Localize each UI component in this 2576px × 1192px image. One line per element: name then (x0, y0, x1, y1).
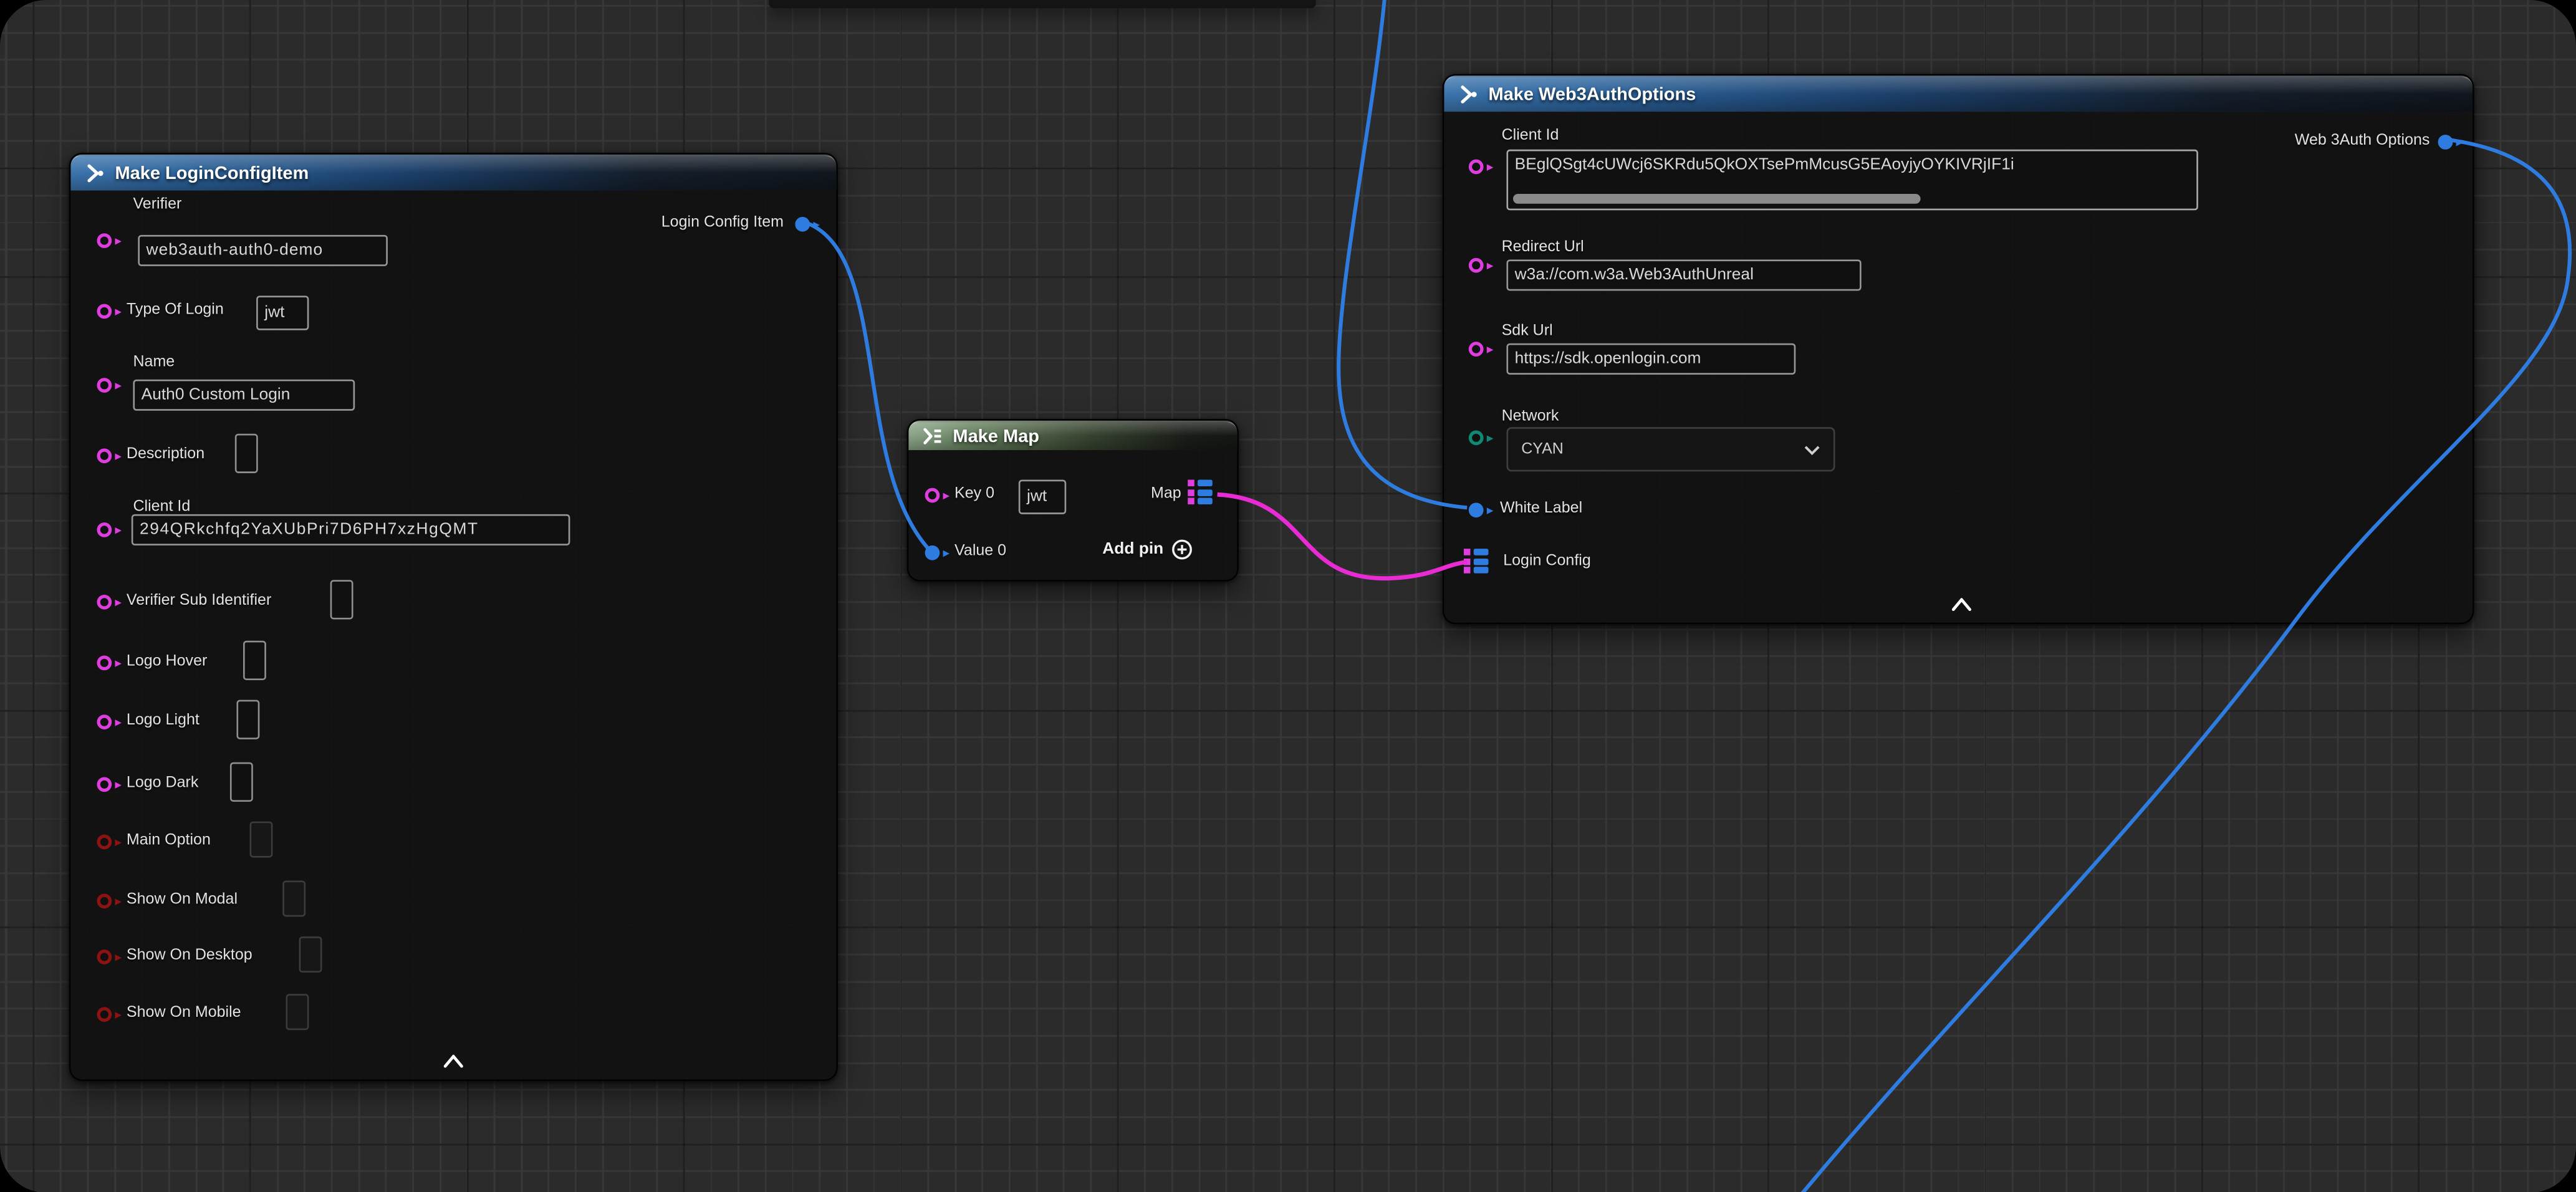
node-title: Make Web3AuthOptions (1488, 85, 1696, 105)
offscreen-node-edge (769, 0, 1316, 8)
name-label: Name (133, 353, 175, 372)
network-selected-value: CYAN (1521, 440, 1804, 458)
add-pin-label: Add pin (1102, 541, 1163, 559)
type-of-login-label: Type Of Login (127, 300, 224, 319)
show-on-modal-pin[interactable] (97, 894, 112, 909)
show-on-desktop-pin[interactable] (97, 949, 112, 964)
output-pin-label: Login Config Item (661, 214, 784, 232)
verifier-label: Verifier (133, 196, 181, 214)
verifier-sub-identifier-input[interactable] (330, 580, 353, 619)
collapse-node-arrow-icon[interactable] (442, 1055, 465, 1068)
value0-pin[interactable] (925, 546, 940, 560)
logo-dark-pin[interactable] (97, 777, 112, 792)
white-label-pin[interactable] (1469, 502, 1484, 517)
sdk-url-input[interactable]: https://sdk.openlogin.com (1506, 344, 1795, 375)
verifier-pin[interactable] (97, 233, 112, 248)
make-struct-icon (84, 163, 105, 184)
node-make-loginconfigitem[interactable]: Make LoginConfigItem Login Config Item V… (69, 153, 838, 1081)
logo-light-pin[interactable] (97, 714, 112, 729)
verifier-input[interactable]: web3auth-auth0-demo (138, 235, 388, 266)
value0-label: Value 0 (954, 542, 1006, 560)
logo-dark-input[interactable] (230, 762, 253, 802)
verifier-sub-identifier-label: Verifier Sub Identifier (127, 592, 271, 610)
node-header-make-web3authoptions[interactable]: Make Web3AuthOptions (1444, 75, 2473, 112)
key0-input[interactable]: jwt (1019, 479, 1066, 514)
logo-dark-label: Logo Dark (127, 774, 199, 792)
type-of-login-input[interactable]: jwt (256, 296, 309, 330)
chevron-down-icon (1804, 445, 1820, 454)
show-on-desktop-label: Show On Desktop (127, 946, 252, 964)
map-output-label: Map (1151, 484, 1181, 502)
node-make-map[interactable]: Make Map Key 0 jwt Map Value 0 Add pin (907, 419, 1239, 582)
logo-hover-label: Logo Hover (127, 652, 207, 670)
white-label-label: White Label (1500, 499, 1582, 517)
verifier-sub-identifier-pin[interactable] (97, 595, 112, 610)
redirect-url-label: Redirect Url (1502, 238, 1584, 256)
login-config-pin[interactable] (1464, 549, 1487, 574)
node-header-make-map[interactable]: Make Map (908, 421, 1237, 450)
main-option-label: Main Option (127, 831, 211, 849)
client-id-pin[interactable] (97, 522, 112, 537)
description-pin[interactable] (97, 448, 112, 463)
network-pin[interactable] (1469, 430, 1484, 445)
client-id-value: BEglQSgt4cUWcj6SKRdu5QkOXTsePmMcusG5EAoy… (1515, 156, 2014, 174)
add-pin-button[interactable]: Add pin (1102, 539, 1193, 560)
logo-hover-input[interactable] (243, 641, 266, 680)
output-pin-label: Web 3Auth Options (2295, 132, 2430, 150)
login-config-label: Login Config (1503, 552, 1591, 570)
logo-light-input[interactable] (236, 700, 259, 739)
description-label: Description (127, 445, 204, 463)
name-pin[interactable] (97, 378, 112, 393)
show-on-desktop-checkbox[interactable] (299, 936, 322, 973)
name-input[interactable]: Auth0 Custom Login (133, 380, 355, 411)
redirect-url-input[interactable]: w3a://com.w3a.Web3AuthUnreal (1506, 259, 1861, 291)
show-on-mobile-label: Show On Mobile (127, 1004, 241, 1022)
logo-hover-pin[interactable] (97, 655, 112, 670)
wire-map-to-login-config[interactable] (1218, 494, 1468, 579)
type-of-login-pin[interactable] (97, 304, 112, 319)
network-label: Network (1502, 408, 1559, 426)
main-option-pin[interactable] (97, 835, 112, 850)
map-output-pin[interactable] (1188, 479, 1211, 504)
redirect-url-pin[interactable] (1469, 258, 1484, 273)
description-input[interactable] (235, 434, 258, 473)
output-pin-login-config-item[interactable] (795, 217, 810, 232)
node-header-make-loginconfigitem[interactable]: Make LoginConfigItem (70, 155, 836, 191)
sdk-url-pin[interactable] (1469, 342, 1484, 357)
output-pin-web3auth-options[interactable] (2438, 135, 2453, 150)
node-title: Make LoginConfigItem (115, 163, 309, 183)
node-make-web3authoptions[interactable]: Make Web3AuthOptions Web 3Auth Options C… (1443, 74, 2474, 625)
client-id-input[interactable]: 294QRkchfq2YaXUbPri7D6PH7xzHgQMT (132, 514, 570, 546)
add-pin-plus-icon (1171, 539, 1193, 560)
make-map-icon (921, 426, 943, 447)
make-struct-icon (1457, 84, 1478, 105)
key0-label: Key 0 (954, 484, 994, 502)
sdk-url-label: Sdk Url (1502, 322, 1553, 340)
show-on-mobile-pin[interactable] (97, 1007, 112, 1022)
client-id-scrollbar[interactable] (1513, 194, 1921, 204)
key0-pin[interactable] (925, 488, 940, 503)
client-id-input[interactable]: BEglQSgt4cUWcj6SKRdu5QkOXTsePmMcusG5EAoy… (1506, 150, 2198, 211)
blueprint-graph-canvas[interactable]: Make LoginConfigItem Login Config Item V… (0, 0, 2576, 1192)
show-on-modal-label: Show On Modal (127, 890, 238, 908)
client-id-label: Client Id (1502, 127, 1559, 145)
main-option-checkbox[interactable] (250, 822, 273, 858)
client-id-label: Client Id (133, 497, 190, 516)
network-dropdown[interactable]: CYAN (1506, 427, 1835, 471)
collapse-node-arrow-icon[interactable] (1950, 598, 1973, 611)
show-on-modal-checkbox[interactable] (282, 880, 305, 916)
node-title: Make Map (953, 426, 1039, 446)
client-id-pin[interactable] (1469, 160, 1484, 175)
blueprint-editor-window: Make LoginConfigItem Login Config Item V… (0, 0, 2576, 1192)
show-on-mobile-checkbox[interactable] (286, 994, 309, 1030)
logo-light-label: Logo Light (127, 711, 199, 729)
